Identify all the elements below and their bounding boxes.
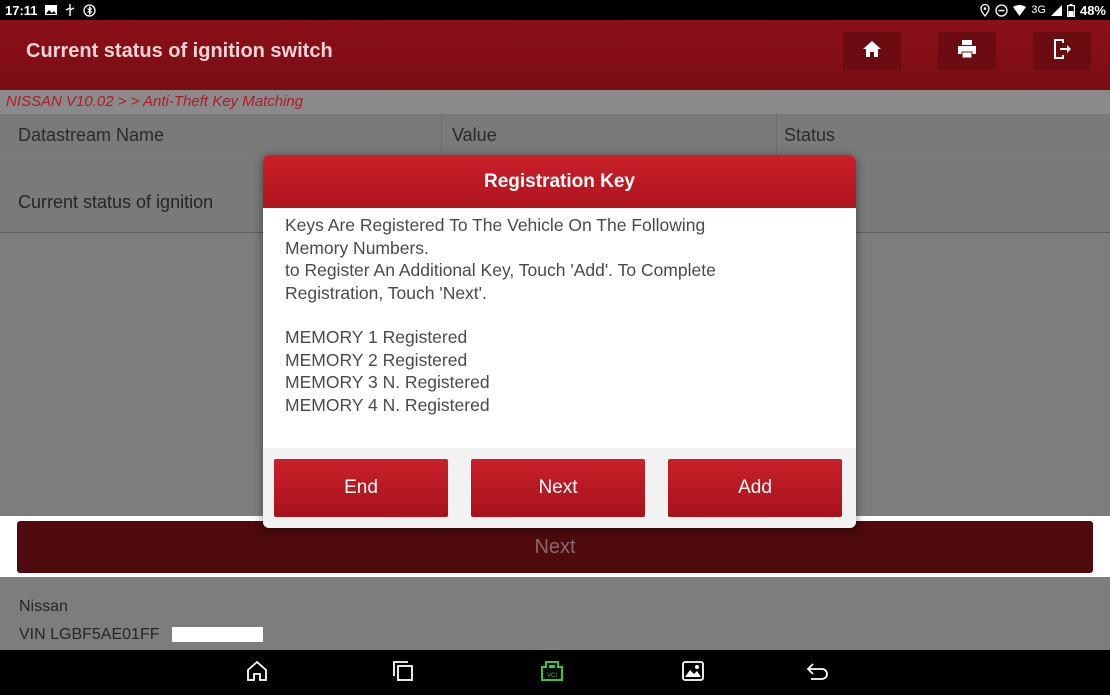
- svg-text:VCI: VCI: [547, 673, 557, 679]
- dialog-text-line: Keys Are Registered To The Vehicle On Th…: [285, 215, 706, 235]
- cell-signal-icon: [1050, 4, 1062, 16]
- battery-level: 48%: [1079, 2, 1106, 18]
- dialog-text-line: Memory Numbers.: [285, 237, 429, 258]
- nav-recents-button[interactable]: [390, 660, 416, 686]
- home-button[interactable]: [843, 32, 901, 70]
- memory-status-4: MEMORY 4 N. Registered: [285, 394, 490, 415]
- end-button[interactable]: End: [274, 459, 448, 517]
- dialog-title: Registration Key: [263, 155, 856, 208]
- memory-status-2: MEMORY 2 Registered: [285, 349, 468, 370]
- print-button[interactable]: [938, 32, 996, 70]
- bluetooth-icon: [82, 3, 96, 17]
- status-time: 17:11: [5, 2, 38, 18]
- image-icon: [682, 660, 704, 686]
- next-button[interactable]: Next: [471, 459, 645, 517]
- gallery-button[interactable]: [680, 660, 706, 686]
- column-header-name: Datastream Name: [18, 125, 165, 145]
- exit-icon: [1052, 38, 1072, 65]
- nav-back-button[interactable]: [805, 660, 831, 686]
- wifi-icon: [1013, 4, 1027, 16]
- memory-status-1: MEMORY 1 Registered: [285, 327, 468, 347]
- network-type: 3G: [1031, 4, 1046, 16]
- battery-icon: [1066, 3, 1075, 17]
- registration-key-dialog: Registration Key Keys Are Registered To …: [263, 155, 856, 528]
- back-icon: [806, 661, 830, 686]
- vehicle-vin: VIN LGBF5AE01FF: [19, 626, 160, 643]
- add-button[interactable]: Add: [668, 459, 842, 517]
- exit-button[interactable]: [1033, 32, 1091, 70]
- home-icon: [862, 40, 882, 63]
- page-title: Current status of ignition switch: [26, 40, 333, 62]
- usb-icon: [64, 4, 76, 16]
- print-icon: [957, 39, 977, 64]
- dnd-icon: [995, 3, 1008, 17]
- column-header-status: Status: [784, 125, 836, 145]
- dialog-text-line: to Register An Additional Key, Touch 'Ad…: [285, 260, 716, 280]
- table-header: Datastream Name Value Status: [0, 114, 1110, 156]
- title-bar: Current status of ignition switch: [0, 20, 1110, 90]
- gallery-notification-icon: [44, 4, 57, 16]
- nav-home-button[interactable]: [244, 660, 270, 686]
- redaction-box: [172, 627, 263, 642]
- row-datastream-name: Current status of ignition: [18, 192, 214, 212]
- vehicle-make: Nissan: [19, 598, 68, 615]
- vci-icon: VCI: [539, 659, 565, 688]
- column-header-value: Value: [452, 125, 497, 145]
- memory-status-3: MEMORY 3 N. Registered: [285, 372, 490, 392]
- dialog-body: Keys Are Registered To The Vehicle On Th…: [263, 208, 856, 448]
- status-bar: 17:11 3G 48%: [0, 0, 1110, 20]
- recents-icon: [392, 660, 414, 687]
- dialog-text-line: Registration, Touch 'Next'.: [285, 282, 487, 303]
- location-icon: [980, 3, 990, 17]
- navigation-bar: VCI: [0, 650, 1110, 695]
- breadcrumb: NISSAN V10.02 > > Anti-Theft Key Matchin…: [0, 90, 1110, 114]
- vehicle-info: Nissan VIN LGBF5AE01FF: [0, 577, 1110, 650]
- vci-button[interactable]: VCI: [539, 660, 565, 686]
- next-button-disabled[interactable]: Next: [17, 521, 1093, 573]
- home-outline-icon: [246, 660, 268, 687]
